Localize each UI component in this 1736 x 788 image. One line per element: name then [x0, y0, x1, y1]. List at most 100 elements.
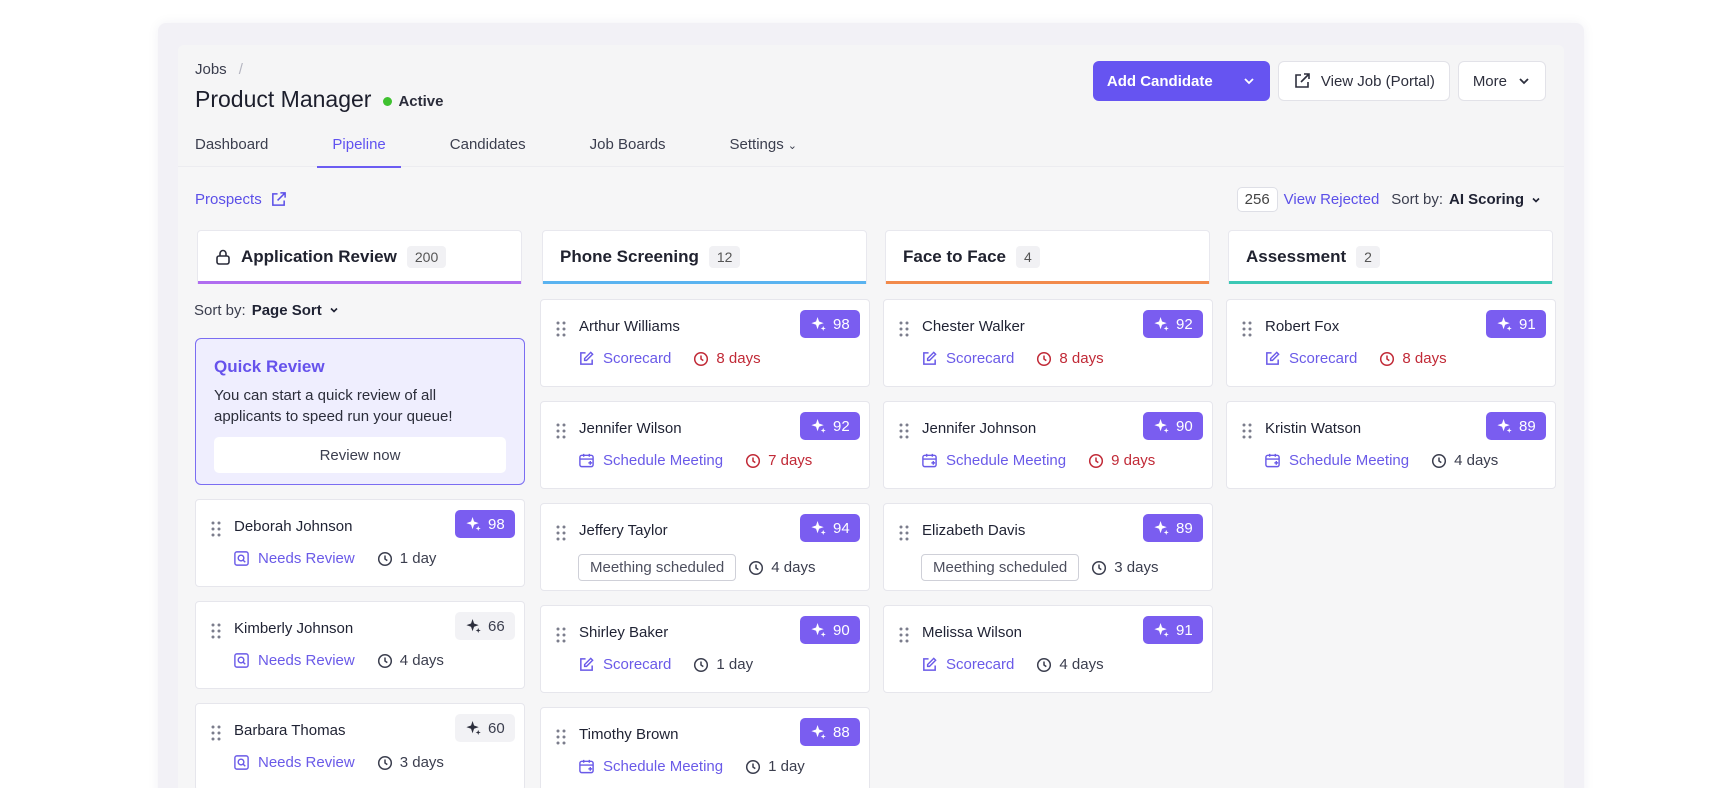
- candidate-card[interactable]: Timothy Brown 88 Schedule Meeting 1 day: [540, 707, 870, 788]
- candidate-name[interactable]: Shirley Baker: [579, 624, 668, 641]
- candidate-card[interactable]: Arthur Williams 98 Scorecard 8 days: [540, 299, 870, 387]
- sparkle-icon: [810, 520, 827, 537]
- ai-score-value: 98: [833, 315, 850, 333]
- sort-dropdown[interactable]: AI Scoring: [1449, 191, 1524, 208]
- candidate-card[interactable]: Chester Walker 92 Scorecard 8 days: [883, 299, 1213, 387]
- card-meta: Scorecard 8 days: [921, 350, 1104, 367]
- tab-job-boards[interactable]: Job Boards: [573, 127, 683, 167]
- chevron-down-icon: [328, 304, 340, 316]
- card-action-link[interactable]: Needs Review: [233, 754, 355, 771]
- candidate-name[interactable]: Jeffery Taylor: [579, 522, 668, 539]
- candidate-card[interactable]: Jennifer Johnson 90 Schedule Meeting 9 d…: [883, 401, 1213, 489]
- add-candidate-label: Add Candidate: [1106, 72, 1213, 90]
- candidate-name[interactable]: Jennifer Johnson: [922, 420, 1036, 437]
- drag-handle-icon[interactable]: [898, 524, 910, 541]
- drag-handle-icon[interactable]: [210, 724, 222, 741]
- candidate-name[interactable]: Kimberly Johnson: [234, 620, 353, 637]
- card-action-link[interactable]: Schedule Meeting: [578, 452, 723, 469]
- chevron-down-icon[interactable]: [1530, 194, 1542, 206]
- candidate-card[interactable]: Kimberly Johnson 66 Needs Review 4 days: [195, 601, 525, 689]
- candidate-name[interactable]: Barbara Thomas: [234, 722, 345, 739]
- drag-handle-icon[interactable]: [898, 626, 910, 643]
- card-action-link[interactable]: Scorecard: [578, 350, 671, 367]
- candidate-card[interactable]: Kristin Watson 89 Schedule Meeting 4 day…: [1226, 401, 1556, 489]
- ai-score-badge: 98: [455, 510, 515, 538]
- add-candidate-button[interactable]: Add Candidate: [1092, 61, 1270, 101]
- column-application-review: Application Review 200 Sort by: Page Sor…: [194, 230, 525, 788]
- candidate-card[interactable]: Jennifer Wilson 92 Schedule Meeting 7 da…: [540, 401, 870, 489]
- time-in-stage: 7 days: [745, 452, 812, 469]
- drag-handle-icon[interactable]: [555, 422, 567, 439]
- candidate-card[interactable]: Shirley Baker 90 Scorecard 1 day: [540, 605, 870, 693]
- ai-score-badge: 88: [800, 718, 860, 746]
- candidate-card[interactable]: Elizabeth Davis 89 Meething scheduled 3 …: [883, 503, 1213, 591]
- review-now-button[interactable]: Review now: [214, 437, 506, 473]
- clock-icon: [745, 759, 761, 775]
- clock-icon: [693, 351, 709, 367]
- candidate-name[interactable]: Chester Walker: [922, 318, 1025, 335]
- column-sort[interactable]: Sort by: Page Sort: [194, 300, 522, 320]
- candidate-name[interactable]: Jennifer Wilson: [579, 420, 682, 437]
- candidate-card[interactable]: Jeffery Taylor 94 Meething scheduled 4 d…: [540, 503, 870, 591]
- card-action-label: Scorecard: [946, 350, 1015, 367]
- card-action-link[interactable]: Schedule Meeting: [921, 452, 1066, 469]
- card-list: Robert Fox 91 Scorecard 8 days Kristin W…: [1226, 299, 1556, 489]
- candidate-card[interactable]: Robert Fox 91 Scorecard 8 days: [1226, 299, 1556, 387]
- card-meta: Scorecard 8 days: [1264, 350, 1447, 367]
- status-dot-icon: [383, 97, 393, 106]
- chevron-down-icon: [1517, 74, 1531, 88]
- drag-handle-icon[interactable]: [555, 626, 567, 643]
- drag-handle-icon[interactable]: [555, 524, 567, 541]
- drag-handle-icon[interactable]: [898, 320, 910, 337]
- card-action-link[interactable]: Scorecard: [921, 656, 1014, 673]
- candidate-card[interactable]: Melissa Wilson 91 Scorecard 4 days: [883, 605, 1213, 693]
- ai-score-badge: 60: [455, 714, 515, 742]
- tab-pipeline[interactable]: Pipeline: [315, 127, 402, 168]
- column-count: 12: [708, 246, 741, 268]
- card-action-link[interactable]: Needs Review: [233, 550, 355, 567]
- breadcrumb-jobs[interactable]: Jobs: [195, 61, 227, 78]
- card-action-link[interactable]: Schedule Meeting: [1264, 452, 1409, 469]
- more-button[interactable]: More: [1457, 61, 1546, 101]
- view-job-button[interactable]: View Job (Portal): [1277, 61, 1450, 101]
- card-action-link[interactable]: Scorecard: [578, 656, 671, 673]
- chevron-down-icon[interactable]: [1242, 74, 1256, 88]
- drag-handle-icon[interactable]: [1241, 422, 1253, 439]
- card-action-label: Needs Review: [258, 754, 355, 771]
- drag-handle-icon[interactable]: [555, 320, 567, 337]
- column-title: Face to Face: [903, 247, 1006, 266]
- candidate-name[interactable]: Robert Fox: [1265, 318, 1339, 335]
- card-action-link[interactable]: Scorecard: [921, 350, 1014, 367]
- drag-handle-icon[interactable]: [210, 622, 222, 639]
- candidate-name[interactable]: Deborah Johnson: [234, 518, 352, 535]
- candidate-name[interactable]: Elizabeth Davis: [922, 522, 1025, 539]
- card-action-link[interactable]: Schedule Meeting: [578, 758, 723, 775]
- sparkle-icon: [810, 418, 827, 435]
- candidate-name[interactable]: Timothy Brown: [579, 726, 678, 743]
- candidate-card[interactable]: Barbara Thomas 60 Needs Review 3 days: [195, 703, 525, 788]
- card-action-link[interactable]: Scorecard: [1264, 350, 1357, 367]
- drag-handle-icon[interactable]: [555, 728, 567, 745]
- ai-score-badge: 91: [1143, 616, 1203, 644]
- drag-handle-icon[interactable]: [210, 520, 222, 537]
- candidate-name[interactable]: Kristin Watson: [1265, 420, 1361, 437]
- drag-handle-icon[interactable]: [1241, 320, 1253, 337]
- candidate-name[interactable]: Arthur Williams: [579, 318, 680, 335]
- tab-dashboard[interactable]: Dashboard: [178, 127, 285, 167]
- ai-score-badge: 92: [800, 412, 860, 440]
- candidate-card[interactable]: Deborah Johnson 98 Needs Review 1 day: [195, 499, 525, 587]
- column-sort-value[interactable]: Page Sort: [252, 302, 322, 319]
- time-in-stage-value: 8 days: [1402, 350, 1447, 367]
- drag-handle-icon[interactable]: [898, 422, 910, 439]
- time-in-stage: 4 days: [377, 652, 444, 669]
- candidate-name[interactable]: Melissa Wilson: [922, 624, 1022, 641]
- tab-settings[interactable]: Settings ⌄: [713, 127, 814, 167]
- ai-score-value: 90: [1176, 417, 1193, 435]
- card-meta: Scorecard 1 day: [578, 656, 753, 673]
- tab-candidates[interactable]: Candidates: [433, 127, 543, 167]
- time-in-stage-value: 1 day: [768, 758, 805, 775]
- card-meta: Schedule Meeting 4 days: [1264, 452, 1498, 469]
- prospects-link[interactable]: Prospects: [195, 191, 287, 208]
- view-rejected-link[interactable]: View Rejected: [1284, 191, 1380, 208]
- card-action-link[interactable]: Needs Review: [233, 652, 355, 669]
